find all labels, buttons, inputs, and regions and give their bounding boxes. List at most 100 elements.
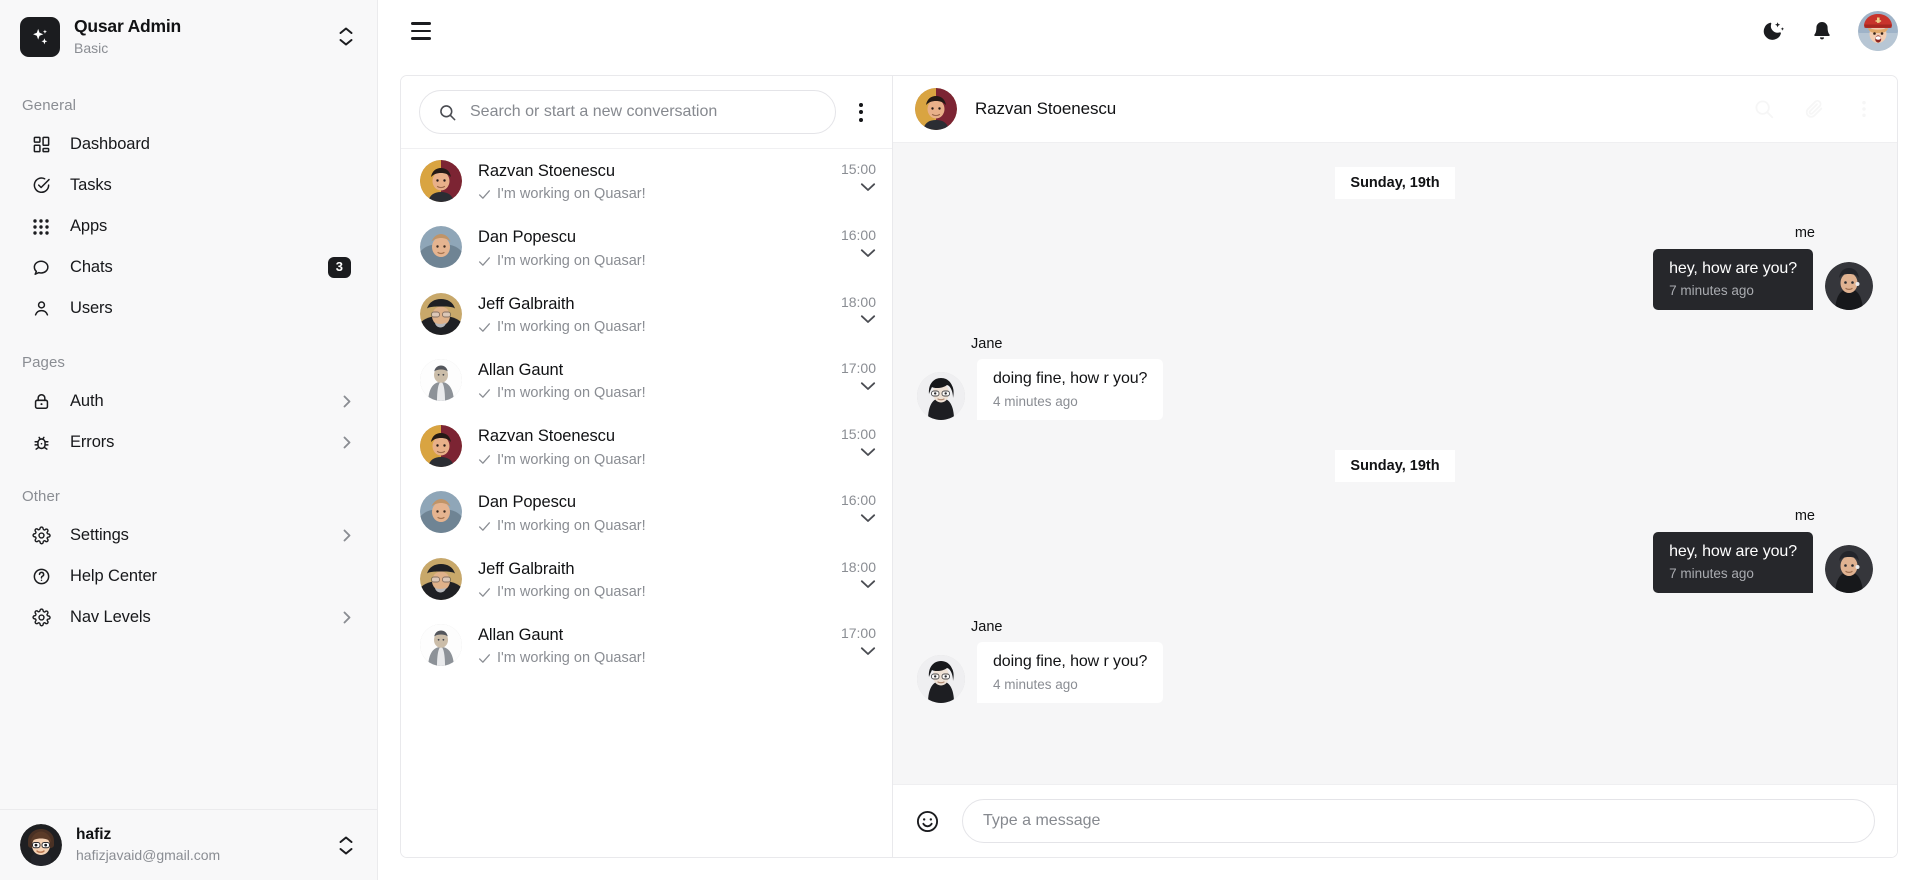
list-item[interactable]: Jeff Galbraith I'm working on Quasar! 18…	[401, 282, 892, 348]
chevron-down-icon[interactable]	[860, 248, 876, 258]
list-item-snippet-row: I'm working on Quasar!	[478, 384, 825, 403]
chevron-down-icon[interactable]	[860, 447, 876, 457]
chevron-down-icon[interactable]	[860, 579, 876, 589]
list-item-snippet-row: I'm working on Quasar!	[478, 451, 825, 470]
list-item-snippet-row: I'm working on Quasar!	[478, 649, 825, 668]
nav-group-label-general: General	[22, 96, 77, 114]
list-item[interactable]: Dan Popescu I'm working on Quasar! 16:00	[401, 215, 892, 281]
sidebar-item-label: Apps	[70, 217, 108, 236]
more-vertical-icon[interactable]	[846, 95, 876, 129]
more-vertical-icon[interactable]	[1853, 98, 1875, 120]
message-composer	[893, 784, 1897, 857]
hamburger-menu-icon[interactable]	[404, 14, 438, 48]
sidebar-item-label: Settings	[70, 526, 129, 545]
sidebar-item-errors[interactable]: Errors	[8, 423, 369, 463]
chat-header: Razvan Stoenescu	[893, 76, 1897, 143]
workspace-switcher[interactable]: Qusar Admin Basic	[0, 0, 377, 72]
list-item-snippet-row: I'm working on Quasar!	[478, 583, 825, 602]
sidebar-item-nav-levels[interactable]: Nav Levels	[8, 598, 369, 638]
message-sender-label: me	[1794, 225, 1815, 242]
chevron-down-icon[interactable]	[860, 314, 876, 324]
sidebar-item-settings[interactable]: Settings	[8, 516, 369, 556]
list-item-time: 18:00	[840, 293, 876, 310]
sidebar-user-text: hafiz hafizjavaid@gmail.com	[76, 825, 321, 864]
list-item-snippet: I'm working on Quasar!	[497, 451, 646, 468]
chat-module: Razvan Stoenescu I'm working on Quasar! …	[400, 75, 1898, 858]
list-item[interactable]: Jeff Galbraith I'm working on Quasar! 18…	[401, 547, 892, 613]
list-item-snippet-row: I'm working on Quasar!	[478, 185, 825, 204]
check-icon	[478, 453, 491, 466]
list-item[interactable]: Razvan Stoenescu I'm working on Quasar! …	[401, 414, 892, 480]
message-bubble[interactable]: hey, how are you? 7 minutes ago	[1653, 248, 1813, 310]
message-text: hey, how are you?	[1669, 542, 1797, 560]
sidebar-user-profile[interactable]: hafiz hafizjavaid@gmail.com	[0, 809, 377, 880]
list-item[interactable]: Dan Popescu I'm working on Quasar! 16:00	[401, 480, 892, 546]
message-line: hey, how are you? 7 minutes ago	[1653, 531, 1873, 593]
help-circle-icon	[30, 566, 52, 588]
list-item[interactable]: Allan Gaunt I'm working on Quasar! 17:00	[401, 348, 892, 414]
list-item-snippet: I'm working on Quasar!	[497, 319, 646, 335]
search-input[interactable]	[470, 103, 817, 121]
message-bubble[interactable]: doing fine, how r you? 4 minutes ago	[977, 359, 1164, 421]
list-item-meta: 16:00	[841, 226, 876, 258]
list-item-name: Jeff Galbraith	[478, 294, 575, 313]
message-input[interactable]	[983, 812, 1854, 830]
list-item-body: Jeff Galbraith I'm working on Quasar!	[478, 558, 825, 602]
moon-stars-icon[interactable]	[1762, 19, 1786, 43]
bell-icon[interactable]	[1810, 19, 1834, 43]
chevron-down-icon[interactable]	[860, 182, 876, 192]
account-avatar[interactable]	[1858, 11, 1898, 51]
search-icon[interactable]	[1753, 98, 1775, 120]
chevron-up-down-icon[interactable]	[335, 27, 357, 46]
list-item-body: Allan Gaunt I'm working on Quasar!	[478, 359, 825, 403]
chevron-right-icon	[343, 395, 351, 408]
sidebar-item-dashboard[interactable]: Dashboard	[8, 125, 369, 165]
sidebar: Qusar Admin Basic General Dashboard Task…	[0, 0, 378, 880]
list-item-name: Razvan Stoenescu	[478, 162, 615, 180]
sidebar-item-label: Auth	[70, 392, 104, 411]
sidebar-item-auth[interactable]: Auth	[8, 382, 369, 422]
list-item-meta: 15:00	[841, 160, 876, 192]
sidebar-user-name: hafiz	[76, 826, 112, 844]
lock-icon	[30, 391, 52, 413]
sidebar-item-apps[interactable]: Apps	[8, 207, 369, 247]
list-item-meta: 17:00	[841, 359, 876, 391]
list-item-meta: 18:00	[841, 558, 876, 590]
sidebar-item-tasks[interactable]: Tasks	[8, 166, 369, 206]
message-bubble[interactable]: doing fine, how r you? 4 minutes ago	[977, 642, 1164, 704]
list-item-body: Dan Popescu I'm working on Quasar!	[478, 491, 825, 535]
avatar	[420, 358, 462, 401]
chevron-up-down-icon[interactable]	[335, 836, 357, 855]
chevron-down-icon[interactable]	[860, 513, 876, 523]
message-row-received: Jane doing fine, how r you? 4 minutes ag…	[917, 619, 1873, 704]
message-input-box[interactable]	[962, 799, 1875, 843]
message-row-sent: me hey, how are you? 7 minutes ago	[917, 225, 1873, 310]
list-item-snippet: I'm working on Quasar!	[497, 650, 646, 667]
emoji-smiley-icon[interactable]	[915, 809, 940, 834]
list-item-body: Razvan Stoenescu I'm working on Quasar!	[478, 160, 825, 204]
attachment-icon[interactable]	[1803, 98, 1825, 120]
avatar	[420, 292, 462, 335]
chevron-down-icon[interactable]	[860, 646, 876, 656]
sidebar-item-users[interactable]: Users	[8, 289, 369, 329]
message-time: 7 minutes ago	[1669, 566, 1754, 582]
chevron-right-icon	[343, 529, 351, 542]
list-item[interactable]: Allan Gaunt I'm working on Quasar! 17:00	[401, 613, 892, 679]
sidebar-item-chats[interactable]: Chats 3	[8, 248, 369, 288]
sidebar-item-help-center[interactable]: Help Center	[8, 557, 369, 597]
message-time: 4 minutes ago	[993, 676, 1078, 692]
list-item-snippet: I'm working on Quasar!	[497, 252, 646, 269]
message-text: hey, how are you?	[1669, 259, 1797, 277]
avatar	[420, 160, 462, 202]
message-bubble[interactable]: hey, how are you? 7 minutes ago	[1653, 531, 1813, 593]
message-line: doing fine, how r you? 4 minutes ago	[917, 359, 1164, 421]
chevron-down-icon[interactable]	[860, 381, 876, 391]
search-box[interactable]	[419, 90, 836, 134]
conversation-list: Razvan Stoenescu I'm working on Quasar! …	[401, 148, 892, 857]
sidebar-item-label: Errors	[70, 433, 115, 452]
list-item[interactable]: Razvan Stoenescu I'm working on Quasar! …	[401, 149, 892, 215]
topbar	[378, 0, 1920, 62]
chevron-right-icon	[343, 436, 351, 449]
conversation-search-row	[401, 76, 892, 148]
avatar	[917, 655, 965, 704]
